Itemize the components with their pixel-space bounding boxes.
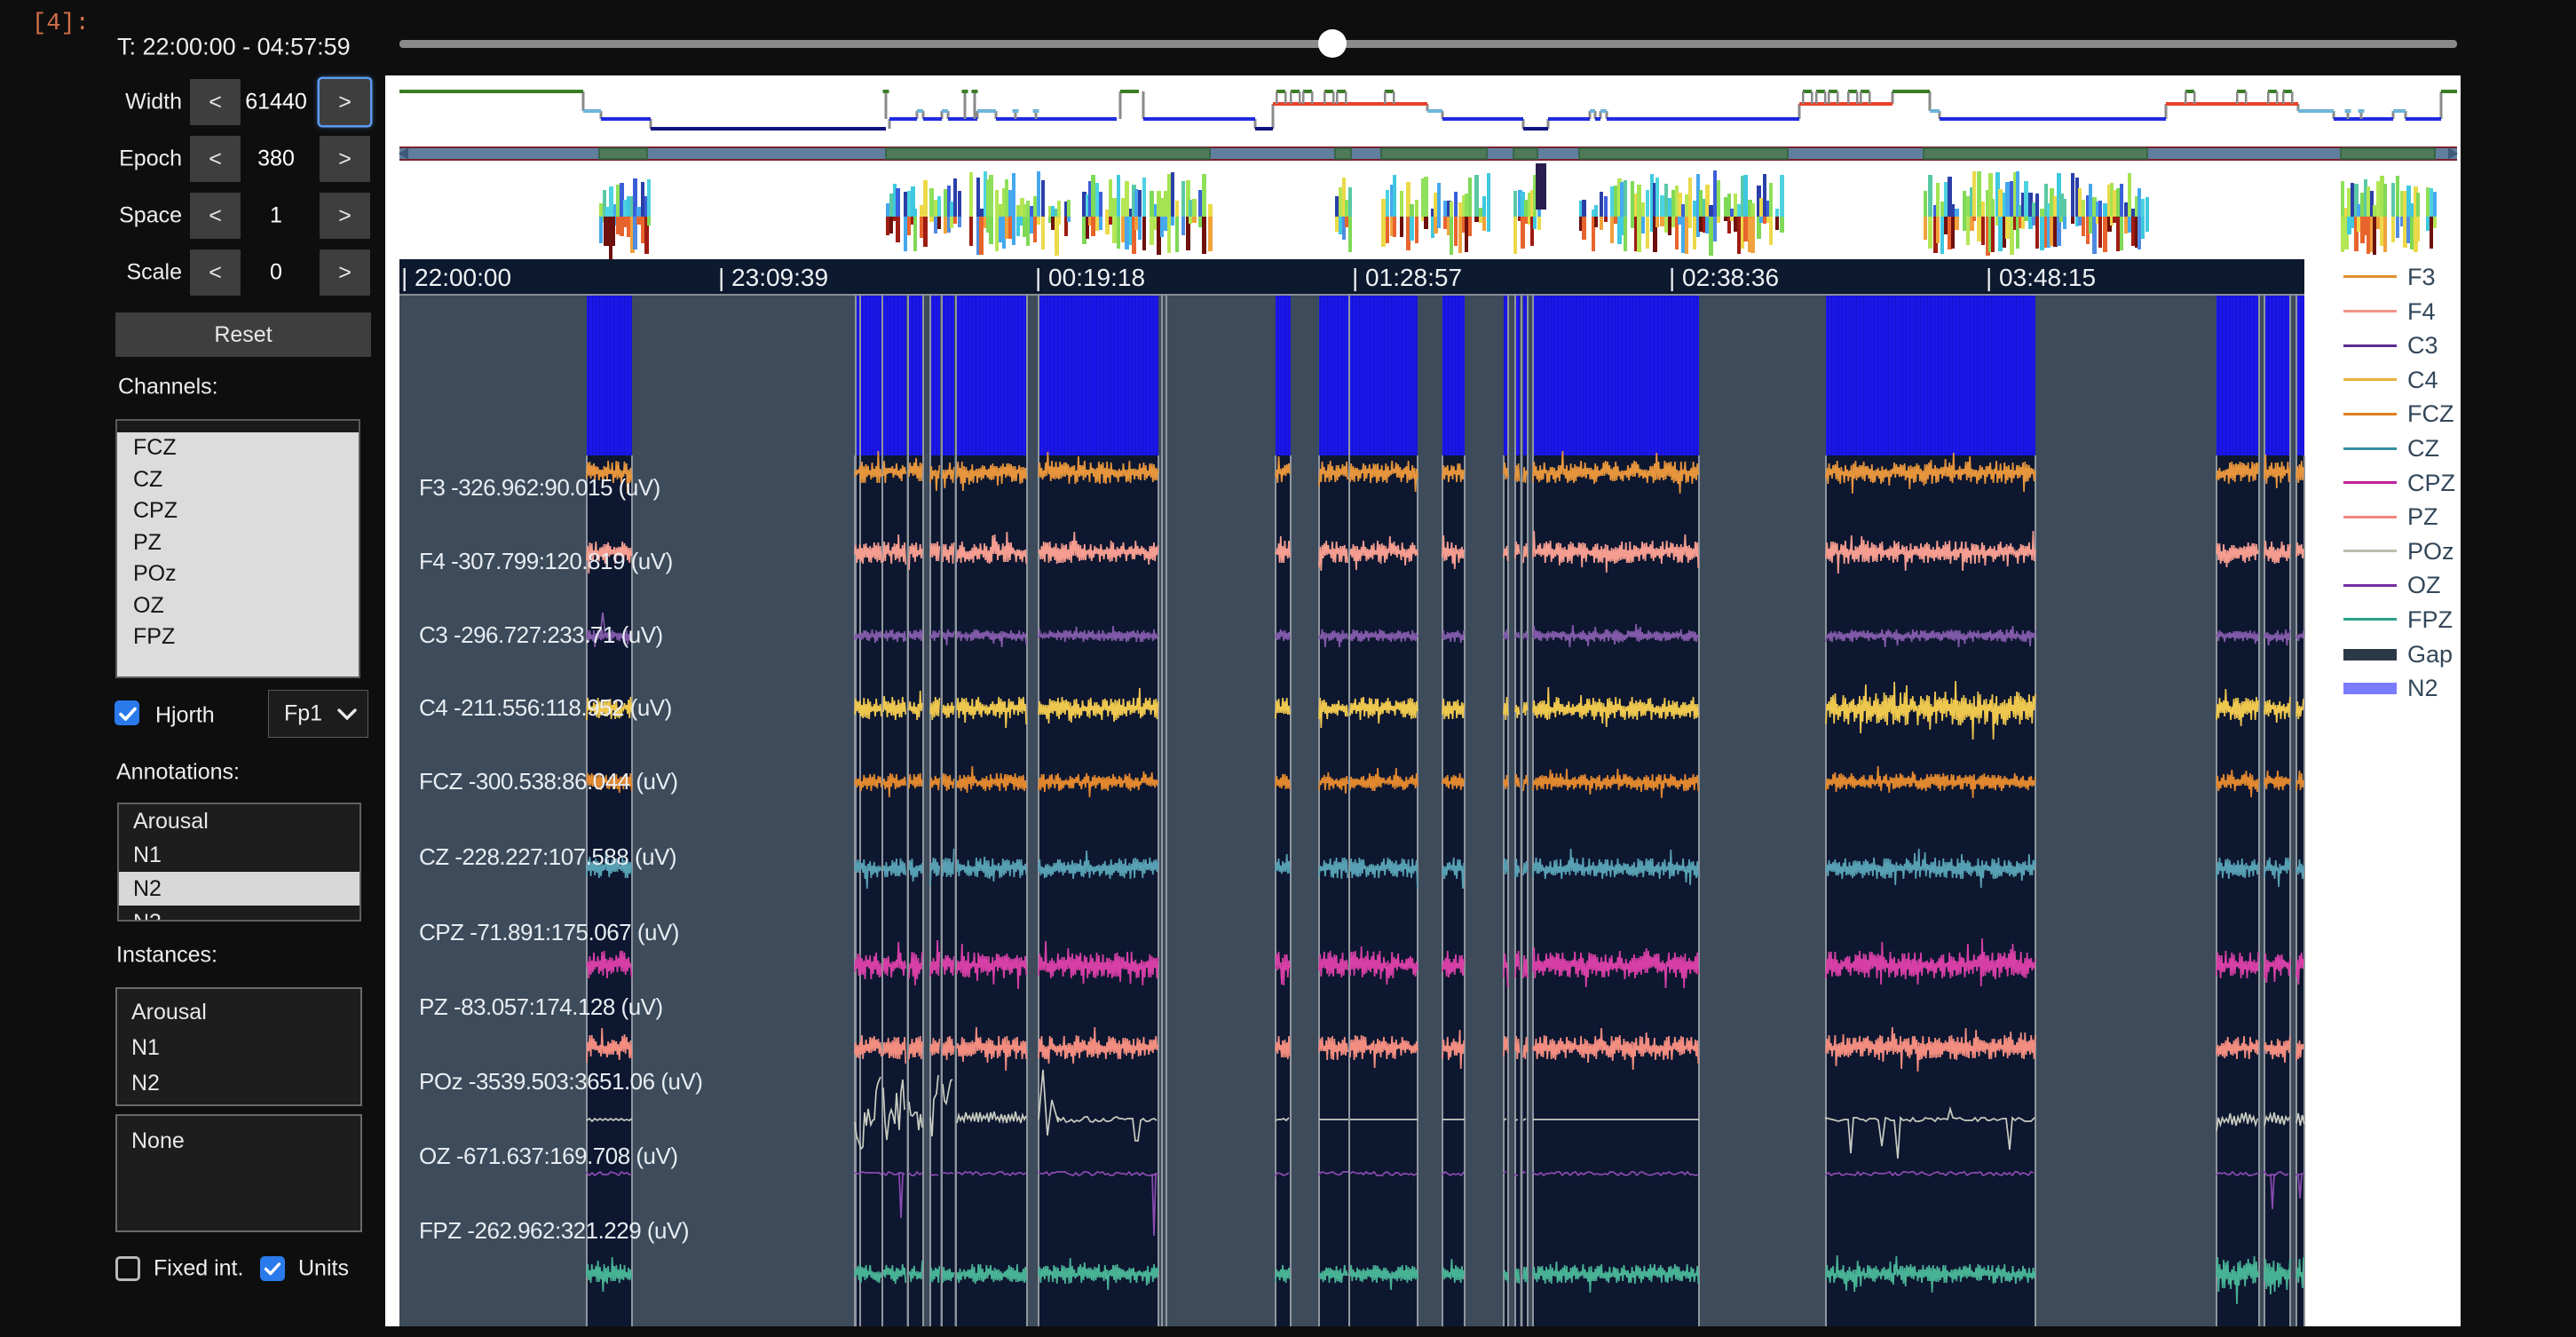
svg-text:| 00:19:18: | 00:19:18 — [1035, 264, 1145, 291]
svg-text:CPZ -71.891:175.067 (uV): CPZ -71.891:175.067 (uV) — [419, 919, 679, 945]
svg-text:FCZ -300.538:86.044 (uV): FCZ -300.538:86.044 (uV) — [419, 768, 678, 795]
svg-text:Gap: Gap — [2407, 641, 2453, 668]
svg-text:C4 -211.556:118.952 (uV): C4 -211.556:118.952 (uV) — [419, 694, 672, 721]
svg-text:F3 -326.962:90.015 (uV): F3 -326.962:90.015 (uV) — [419, 474, 660, 501]
svg-text:FCZ: FCZ — [2407, 400, 2454, 427]
svg-text:POz -3539.503:3651.06 (uV): POz -3539.503:3651.06 (uV) — [419, 1068, 702, 1095]
svg-text:| 03:48:15: | 03:48:15 — [1986, 264, 2096, 291]
svg-text:OZ -671.637:169.708 (uV): OZ -671.637:169.708 (uV) — [419, 1143, 678, 1169]
svg-text:| 23:09:39: | 23:09:39 — [718, 264, 828, 291]
svg-text:FPZ: FPZ — [2407, 606, 2453, 633]
svg-text:| 01:28:57: | 01:28:57 — [1352, 264, 1462, 291]
svg-text:C4: C4 — [2407, 367, 2438, 393]
svg-text:| 22:00:00: | 22:00:00 — [401, 264, 511, 291]
svg-text:F3: F3 — [2407, 264, 2436, 290]
svg-text:PZ -83.057:174.128 (uV): PZ -83.057:174.128 (uV) — [419, 993, 663, 1020]
svg-text:POz: POz — [2407, 538, 2454, 565]
svg-text:OZ: OZ — [2407, 572, 2441, 598]
svg-text:F4: F4 — [2407, 298, 2436, 325]
svg-text:C3 -296.727:233.71 (uV): C3 -296.727:233.71 (uV) — [419, 621, 663, 648]
svg-text:| 02:38:36: | 02:38:36 — [1669, 264, 1779, 291]
svg-text:N2: N2 — [2407, 675, 2438, 701]
svg-text:CZ: CZ — [2407, 435, 2439, 462]
svg-text:FPZ -262.962:321.229 (uV): FPZ -262.962:321.229 (uV) — [419, 1217, 689, 1244]
svg-text:C3: C3 — [2407, 332, 2438, 359]
svg-text:PZ: PZ — [2407, 503, 2438, 530]
svg-text:CPZ: CPZ — [2407, 470, 2455, 496]
svg-text:CZ -228.227:107.588 (uV): CZ -228.227:107.588 (uV) — [419, 843, 676, 870]
svg-text:F4 -307.799:120.819 (uV): F4 -307.799:120.819 (uV) — [419, 548, 673, 574]
